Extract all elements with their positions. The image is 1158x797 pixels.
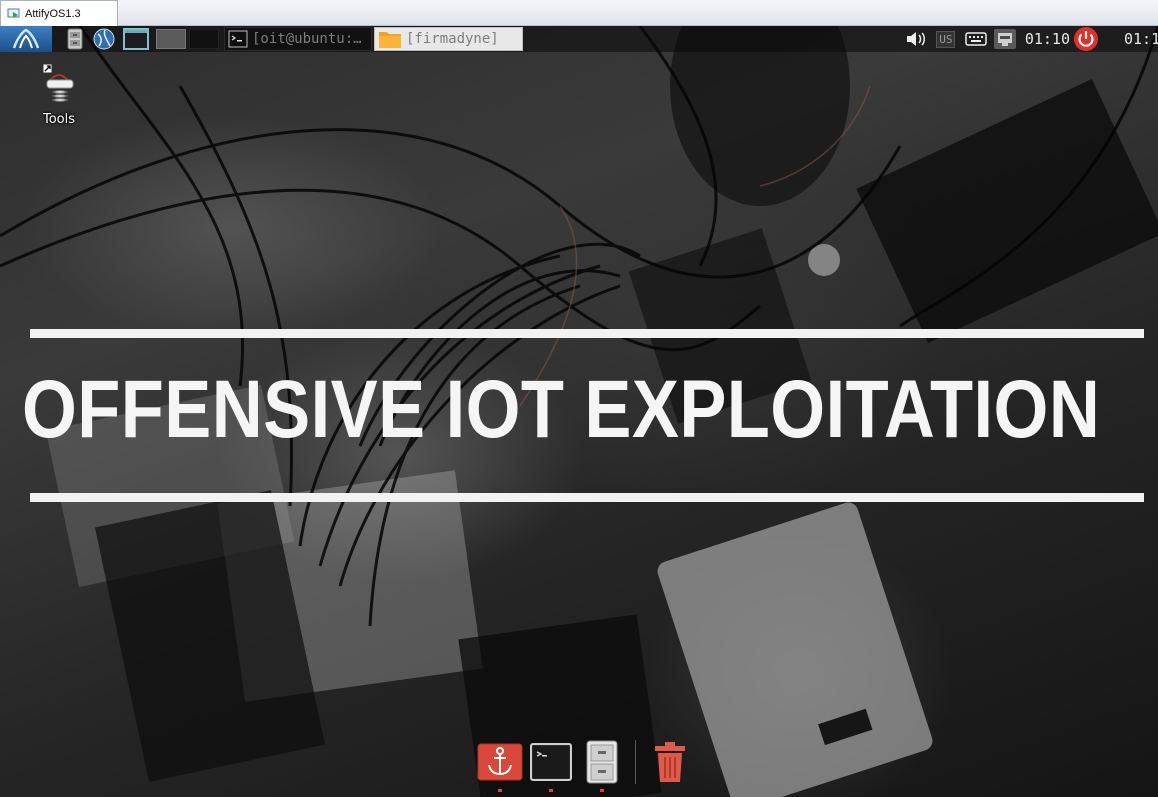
taskbar-terminal-window[interactable]: [oit@ubuntu:… xyxy=(224,27,372,51)
vm-tab-strip: AttifyOS1.3 xyxy=(0,0,1158,26)
vm-running-icon xyxy=(7,8,20,18)
running-indicator xyxy=(498,789,502,792)
dock-item-files[interactable] xyxy=(578,738,626,792)
terminal-icon xyxy=(228,30,248,48)
dock-item-anchor[interactable] xyxy=(476,738,524,792)
dock-item-trash[interactable] xyxy=(646,738,694,786)
workspace-preview xyxy=(189,29,219,49)
power-icon xyxy=(1074,27,1098,51)
speaker-icon xyxy=(906,32,925,46)
desktop: [oit@ubuntu:… [firmadyne] US 01:10 01:1 … xyxy=(0,26,1158,797)
taskbar-folder-window[interactable]: [firmadyne] xyxy=(374,27,523,51)
wallpaper-banner-title: OFFENSIVE IOT EXPLOITATION xyxy=(22,364,1101,455)
desktop-icon-label: Tools xyxy=(42,112,76,127)
file-cabinet-icon xyxy=(586,740,618,784)
dock-separator xyxy=(635,740,636,784)
network-indicator[interactable] xyxy=(991,28,1019,50)
system-tray: US 01:10 01:1 xyxy=(903,26,1158,52)
banner-rule-bottom xyxy=(30,493,1144,502)
workspace-2[interactable] xyxy=(188,26,220,52)
trash-icon xyxy=(655,742,685,782)
volume-control[interactable] xyxy=(903,30,931,48)
globe-icon xyxy=(93,28,115,50)
keyboard-layout-indicator[interactable]: US xyxy=(931,30,961,48)
taskbar-label: [oit@ubuntu:… xyxy=(252,31,362,47)
onscreen-keyboard-button[interactable] xyxy=(961,32,991,46)
running-indicator xyxy=(600,789,604,792)
keyboard-layout-label: US xyxy=(936,30,956,48)
clock-secondary: 01:1 xyxy=(1124,30,1158,48)
dock-item-terminal[interactable] xyxy=(527,738,575,792)
file-cabinet-launcher[interactable] xyxy=(64,26,86,52)
terminal-icon xyxy=(530,743,572,781)
file-cabinet-icon xyxy=(67,28,83,50)
desktop-icon-tools[interactable]: Tools xyxy=(30,62,88,127)
browser-launcher[interactable] xyxy=(92,26,116,52)
top-panel: [oit@ubuntu:… [firmadyne] US 01:10 01:1 xyxy=(0,26,1158,52)
network-icon xyxy=(993,29,1016,49)
anchor-app-icon xyxy=(477,743,523,781)
terminal-icon xyxy=(123,28,149,50)
taskbar-label: [firmadyne] xyxy=(406,31,499,47)
workspace-1[interactable] xyxy=(156,26,186,52)
vm-tab-title: AttifyOS1.3 xyxy=(25,7,81,20)
keyboard-icon xyxy=(965,32,987,46)
power-button[interactable] xyxy=(1070,26,1102,52)
terminal-launcher[interactable] xyxy=(122,26,150,52)
distro-logo-icon xyxy=(12,28,40,49)
folder-icon xyxy=(379,32,401,48)
vm-tab[interactable]: AttifyOS1.3 xyxy=(0,0,118,26)
workspace-preview xyxy=(156,29,186,49)
banner-rule-top xyxy=(30,329,1144,338)
start-menu-button[interactable] xyxy=(0,26,52,52)
dock xyxy=(476,738,697,794)
clock[interactable]: 01:10 xyxy=(1025,30,1070,48)
running-indicator xyxy=(549,789,553,792)
tools-router-icon xyxy=(42,63,74,102)
